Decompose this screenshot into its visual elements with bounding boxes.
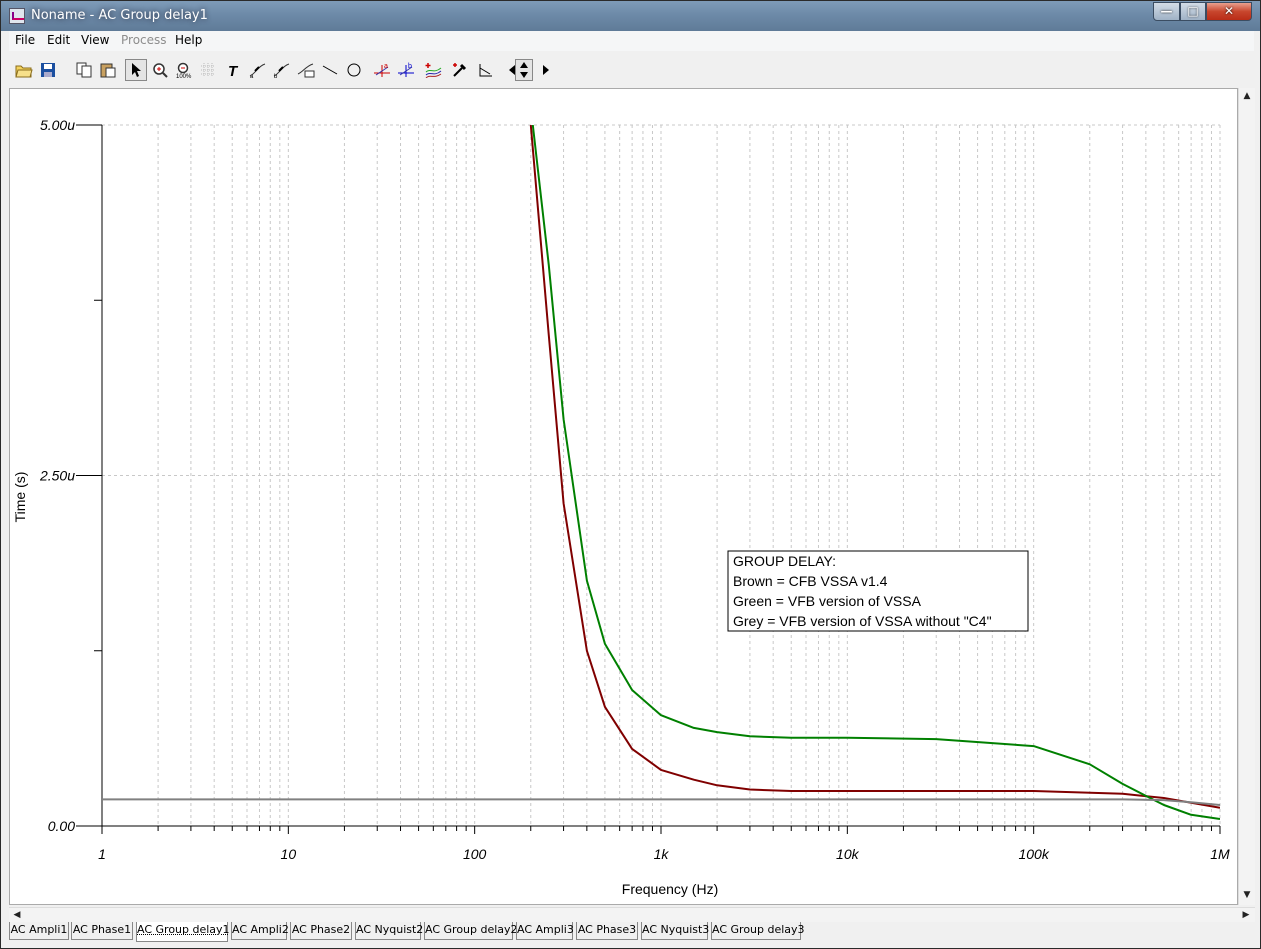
tab-ac-ampli2[interactable]: AC Ampli2 bbox=[231, 922, 289, 940]
tab-ac-group-delay2[interactable]: AC Group delay2 bbox=[424, 922, 518, 940]
legend-line-2: Brown = CFB VSSA v1.4 bbox=[733, 573, 888, 589]
circle-icon[interactable] bbox=[343, 59, 365, 81]
grid-icon[interactable] bbox=[197, 59, 219, 81]
label-icon[interactable] bbox=[295, 59, 317, 81]
svg-text:100%: 100% bbox=[176, 74, 192, 78]
sheet-tabs: AC Ampli1 AC Phase1 AC Group delay1 AC A… bbox=[9, 922, 1255, 942]
legend-line-3: Green = VFB version of VSSA bbox=[733, 593, 922, 609]
y-tick-label: 5.00u bbox=[40, 117, 75, 133]
step-right-icon[interactable] bbox=[535, 59, 557, 81]
svg-text:b: b bbox=[408, 63, 412, 70]
x-tick-label: 1M bbox=[1210, 846, 1230, 862]
pick-color-icon[interactable] bbox=[449, 59, 471, 81]
tab-ac-phase2[interactable]: AC Phase2 bbox=[290, 922, 352, 940]
cursor-b-icon[interactable]: b bbox=[271, 59, 293, 81]
tab-ac-phase1[interactable]: AC Phase1 bbox=[71, 922, 133, 940]
legend-box: GROUP DELAY: Brown = CFB VSSA v1.4 Green… bbox=[727, 550, 1029, 632]
title-bar[interactable]: Noname - AC Group delay1 — □ ✕ bbox=[1, 1, 1260, 31]
group-delay-chart[interactable]: 1 10 100 1k 10k 100k 1M 5.00u 2.50u 0.00 Time (s)… bbox=[10, 89, 1237, 904]
plot-area[interactable]: 1 10 100 1k 10k 100k 1M 5.00u 2.50u 0.00 Time (s)… bbox=[9, 88, 1238, 905]
y-tick-label: 2.50u bbox=[39, 468, 75, 484]
x-tick-label: 100k bbox=[1018, 846, 1049, 862]
svg-text:T: T bbox=[228, 63, 239, 78]
zoom-100-icon[interactable]: 100% bbox=[173, 59, 195, 81]
y-axis-label: Time (s) bbox=[12, 472, 28, 523]
horizontal-scrollbar[interactable]: ◀ ▶ bbox=[9, 907, 1255, 922]
pointer-icon[interactable] bbox=[125, 59, 147, 81]
axis-icon[interactable] bbox=[475, 59, 497, 81]
line-icon[interactable] bbox=[319, 59, 341, 81]
scroll-down-arrow-icon[interactable]: ▼ bbox=[1239, 887, 1255, 903]
menu-file[interactable]: File bbox=[15, 33, 35, 47]
series-line-1 bbox=[529, 125, 1220, 809]
text-icon[interactable]: T bbox=[223, 59, 245, 81]
x-tick-label: 100 bbox=[463, 846, 487, 862]
window-title: Noname - AC Group delay1 bbox=[31, 8, 208, 23]
paste-icon[interactable] bbox=[97, 59, 119, 81]
legend-line-1: GROUP DELAY: bbox=[733, 553, 836, 569]
app-window: Noname - AC Group delay1 — □ ✕ File Edit… bbox=[0, 0, 1261, 949]
svg-text:b: b bbox=[274, 74, 278, 78]
scroll-up-arrow-icon[interactable]: ▲ bbox=[1239, 88, 1255, 104]
x-axis-label: Frequency (Hz) bbox=[622, 881, 718, 897]
x-tick-label: 1k bbox=[654, 846, 670, 862]
app-icon bbox=[9, 8, 25, 24]
tab-ac-nyquist2[interactable]: AC Nyquist2 bbox=[355, 922, 423, 940]
marker-a-icon[interactable]: a bbox=[371, 59, 393, 81]
x-tick-label: 1 bbox=[98, 846, 106, 862]
vertical-scrollbar[interactable]: ▲ ▼ bbox=[1238, 88, 1255, 905]
scroll-left-arrow-icon[interactable]: ◀ bbox=[9, 907, 25, 923]
scroll-right-arrow-icon[interactable]: ▶ bbox=[1238, 907, 1254, 923]
menu-view[interactable]: View bbox=[81, 33, 109, 47]
maximize-button[interactable]: □ bbox=[1180, 2, 1206, 21]
tab-ac-group-delay1[interactable]: AC Group delay1 bbox=[136, 922, 230, 942]
minimize-button[interactable]: — bbox=[1153, 2, 1180, 21]
menu-edit[interactable]: Edit bbox=[47, 33, 70, 47]
zoom-in-icon[interactable] bbox=[149, 59, 171, 81]
svg-text:a: a bbox=[384, 63, 388, 70]
close-button[interactable]: ✕ bbox=[1206, 2, 1252, 21]
x-tick-label: 10 bbox=[281, 846, 297, 862]
open-icon[interactable] bbox=[13, 59, 35, 81]
save-icon[interactable] bbox=[37, 59, 59, 81]
step-vertical-icon[interactable] bbox=[515, 59, 533, 81]
marker-b-icon[interactable]: b bbox=[395, 59, 417, 81]
tab-ac-ampli3[interactable]: AC Ampli3 bbox=[516, 922, 574, 940]
series-line-2 bbox=[531, 125, 1220, 820]
copy-icon[interactable] bbox=[73, 59, 95, 81]
menu-process[interactable]: Process bbox=[121, 33, 167, 47]
tab-ac-ampli1[interactable]: AC Ampli1 bbox=[9, 922, 69, 940]
tab-ac-nyquist3[interactable]: AC Nyquist3 bbox=[641, 922, 709, 940]
legend-line-4: Grey = VFB version of VSSA without "C4" bbox=[733, 613, 992, 629]
cursor-a-icon[interactable]: a bbox=[247, 59, 269, 81]
tab-ac-phase3[interactable]: AC Phase3 bbox=[576, 922, 638, 940]
menu-help[interactable]: Help bbox=[175, 33, 202, 47]
svg-text:a: a bbox=[250, 74, 254, 78]
y-tick-label: 0.00 bbox=[48, 818, 75, 834]
add-curve-icon[interactable] bbox=[423, 59, 445, 81]
toolbar: 100% T a b a b bbox=[9, 55, 1254, 87]
x-tick-label: 10k bbox=[836, 846, 860, 862]
menu-bar: File Edit View Process Help bbox=[9, 31, 1254, 51]
tab-ac-group-delay3[interactable]: AC Group delay3 bbox=[711, 922, 805, 940]
